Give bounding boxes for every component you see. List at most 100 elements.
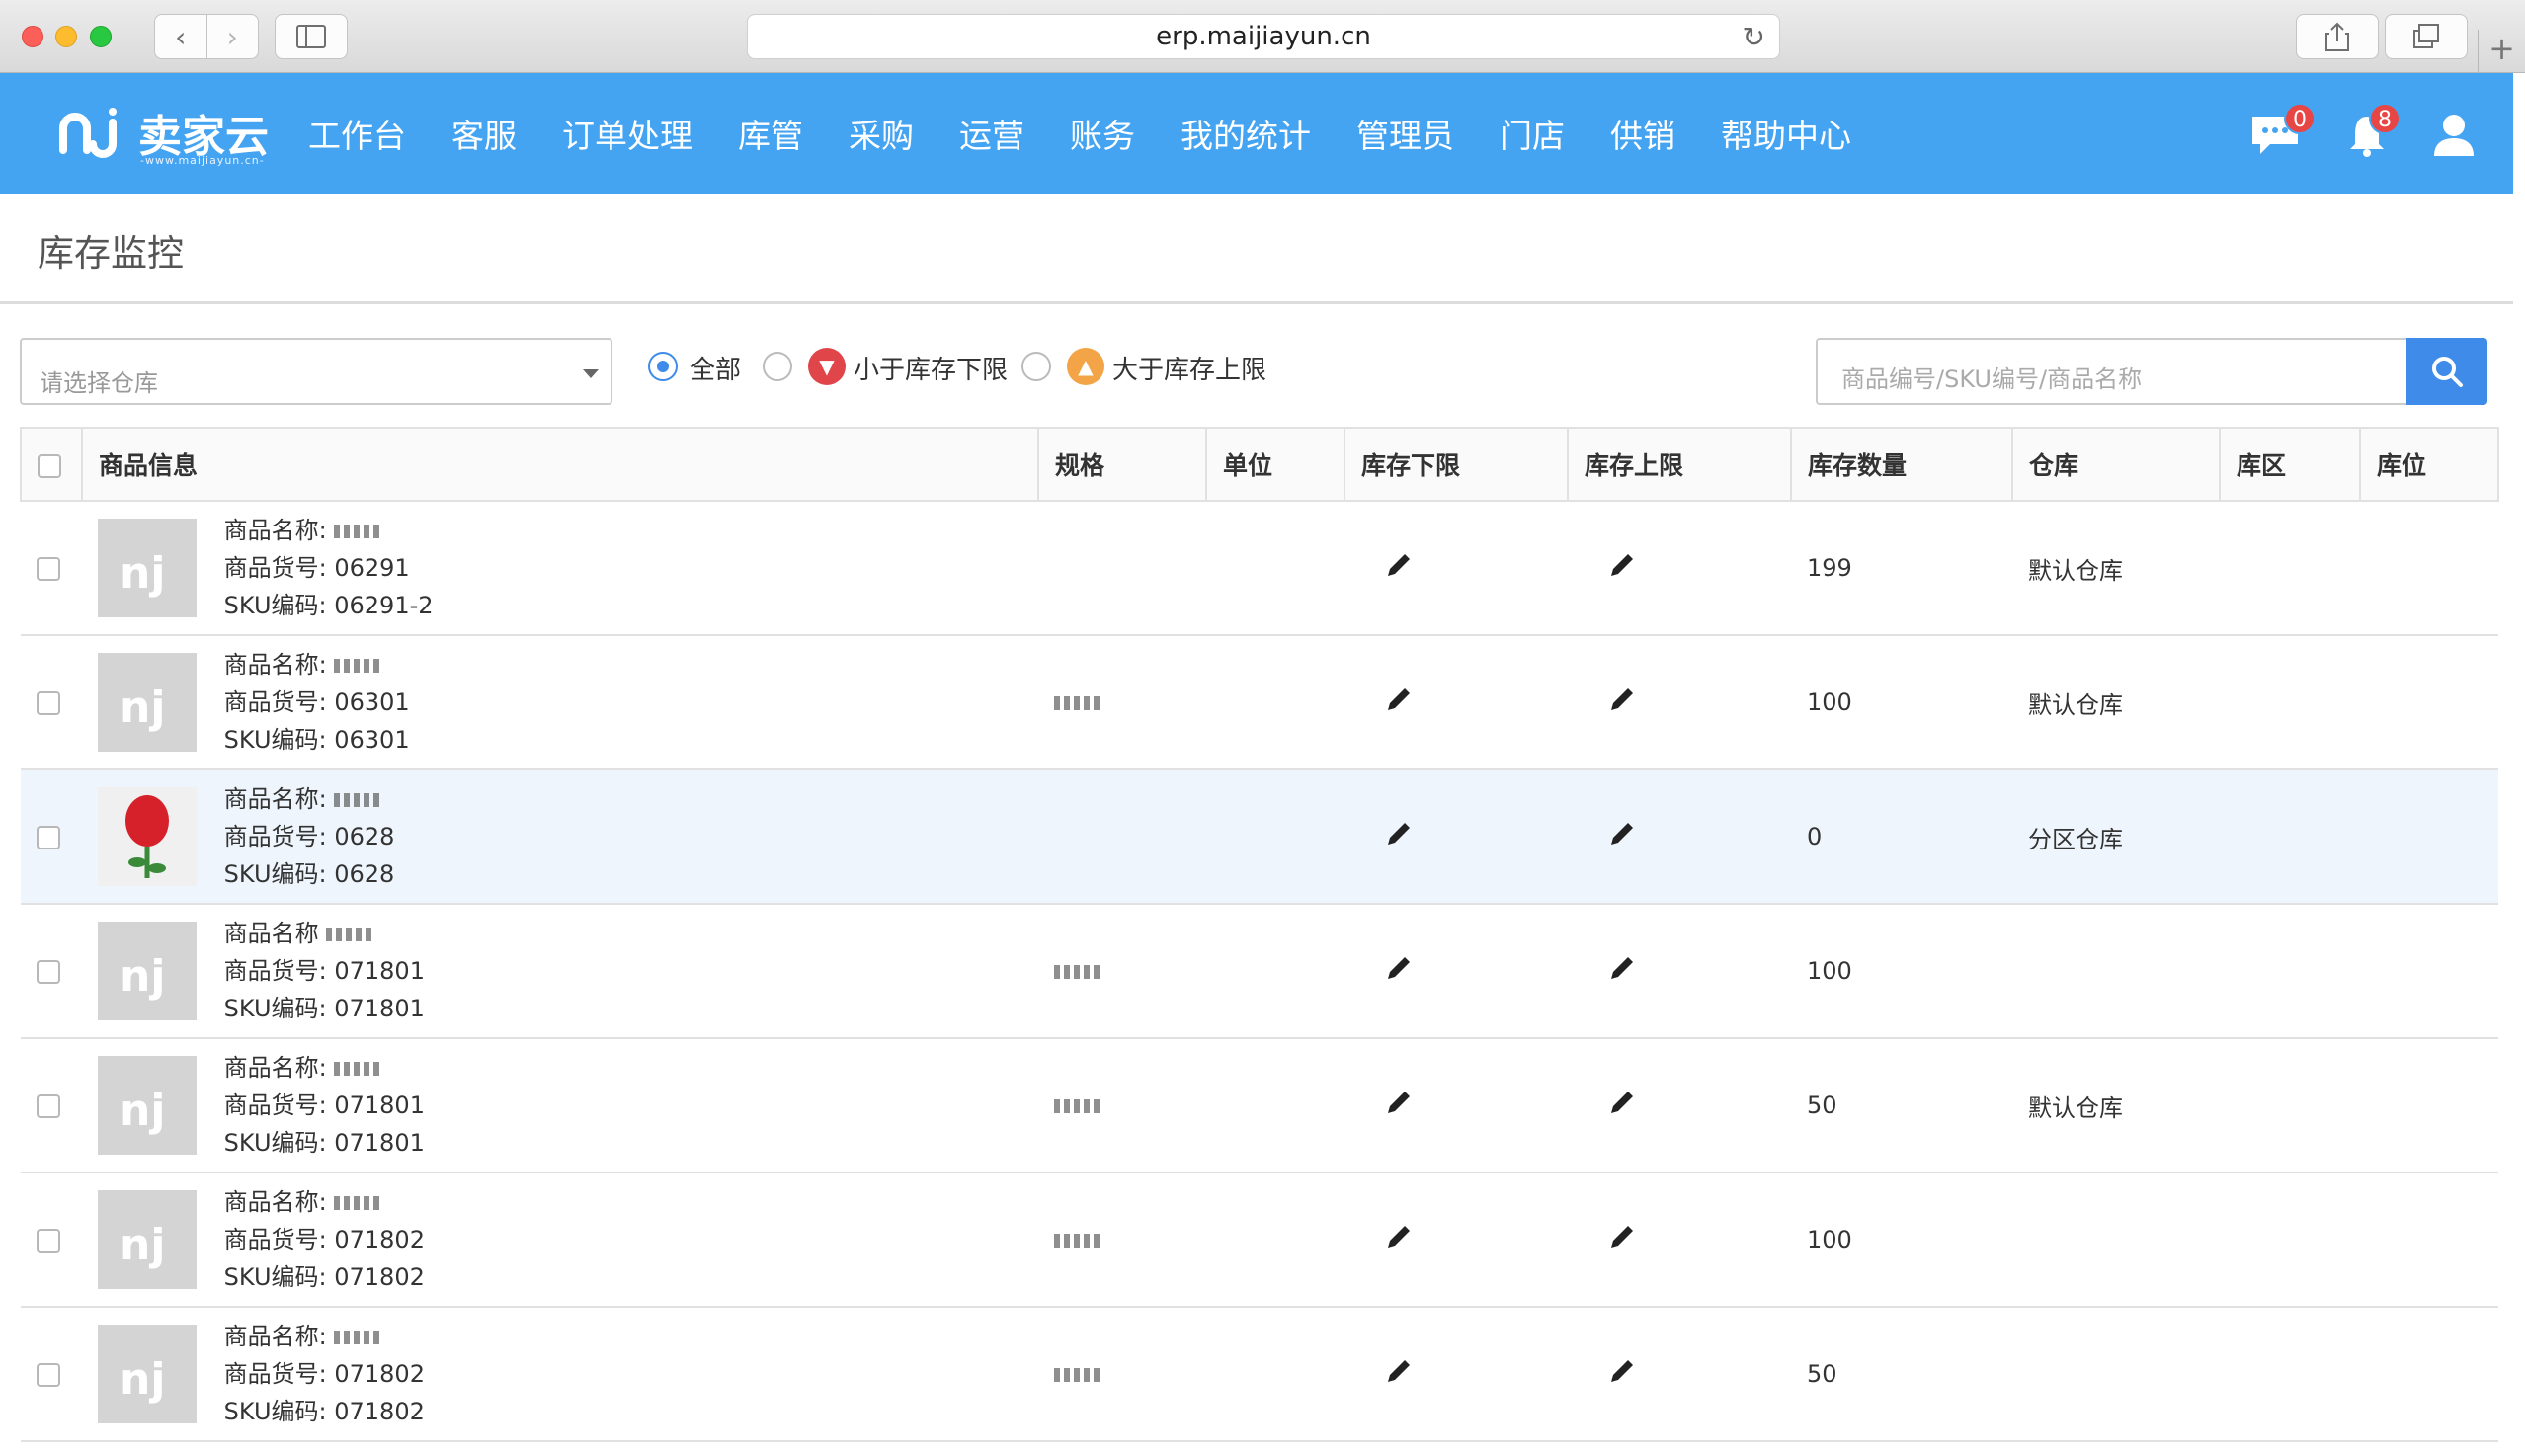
row-checkbox[interactable] [37, 1363, 60, 1387]
select-all-checkbox[interactable] [38, 453, 61, 478]
nav-purchasing[interactable]: 采购 [849, 110, 914, 157]
edit-max-pencil-icon[interactable] [1607, 550, 1637, 586]
edit-min-pencil-icon[interactable] [1384, 953, 1414, 989]
edit-max-pencil-icon[interactable] [1607, 1088, 1637, 1123]
row-checkbox[interactable] [37, 557, 60, 581]
zone-cell [2220, 1038, 2360, 1173]
max-stock-cell [1568, 1307, 1791, 1442]
warehouse-select-placeholder: 请选择仓库 [40, 369, 158, 397]
table-row[interactable]: nj 商品名称 商品货号: 071801 SKU编码: 071801 100 [21, 904, 2498, 1039]
nav-my-stats[interactable]: 我的统计 [1181, 110, 1311, 157]
product-info-cell: nj 商品名称: 商品货号: 06291 SKU编码: 06291-2 [82, 501, 1038, 636]
redacted-name [334, 793, 380, 807]
app-logo[interactable]: 卖家云 -www.maijiayun.cn- [57, 99, 285, 168]
search-input-placeholder: 商品编号/SKU编号/商品名称 [1841, 365, 2143, 393]
stock-qty-cell: 50 [1791, 1038, 2012, 1173]
share-button[interactable] [2296, 14, 2379, 59]
forward-icon[interactable]: › [207, 21, 259, 53]
redacted-spec [1054, 696, 1100, 710]
max-stock-cell [1568, 1173, 1791, 1308]
search-button[interactable] [2406, 338, 2487, 405]
main-nav: 工作台 客服 订单处理 库管 采购 运营 账务 我的统计 管理员 门店 供销 帮… [308, 73, 1897, 194]
tabs-overview-button[interactable] [2385, 14, 2468, 59]
redacted-name [326, 928, 372, 941]
user-menu-button[interactable] [2432, 113, 2476, 162]
sidebar-toggle-button[interactable] [275, 14, 348, 59]
table-row[interactable]: nj 商品名称: 商品货号: 071801 SKU编码: 071801 50 默… [21, 1038, 2498, 1173]
sidebar-icon [296, 25, 326, 48]
edit-min-pencil-icon[interactable] [1384, 550, 1414, 586]
table-row[interactable]: nj 商品名称: 商品货号: 071802 SKU编码: 071802 50 [21, 1307, 2498, 1442]
edit-max-pencil-icon[interactable] [1607, 1356, 1637, 1392]
radio-below-min[interactable] [763, 352, 792, 381]
zoom-window-button[interactable] [90, 26, 112, 47]
product-name-line: 商品名称: [224, 646, 410, 684]
warehouse-select[interactable]: 请选择仓库 [20, 338, 612, 405]
close-window-button[interactable] [22, 26, 43, 47]
row-checkbox[interactable] [37, 1094, 60, 1118]
nav-supply-sales[interactable]: 供销 [1610, 110, 1675, 157]
edit-min-pencil-icon[interactable] [1384, 1356, 1414, 1392]
search-icon [2432, 357, 2463, 387]
product-name-label: 商品名称: [223, 517, 327, 544]
product-info: 商品名称: 商品货号: 071801 SKU编码: 071801 [224, 1049, 425, 1162]
nav-order-processing[interactable]: 订单处理 [562, 110, 692, 157]
table-row[interactable]: nj 商品名称: 商品货号: 06301 SKU编码: 06301 100 默认… [21, 635, 2498, 770]
radio-above-max[interactable] [1021, 352, 1051, 381]
stock-qty-cell: 50 [1791, 1307, 2012, 1442]
row-checkbox[interactable] [37, 691, 60, 715]
nav-admin[interactable]: 管理员 [1356, 110, 1454, 157]
edit-min-pencil-icon[interactable] [1384, 685, 1414, 720]
bin-cell [2360, 769, 2498, 905]
radio-all[interactable] [648, 352, 678, 381]
zone-cell [2220, 1307, 2360, 1442]
address-bar[interactable]: erp.maijiayun.cn ↻ [747, 14, 1780, 59]
col-max-stock: 库存上限 [1567, 427, 1792, 502]
edit-max-pencil-icon[interactable] [1607, 819, 1637, 854]
search-input[interactable]: 商品编号/SKU编号/商品名称 [1816, 338, 2406, 405]
redacted-name [334, 1062, 380, 1076]
unit-cell [1206, 769, 1344, 905]
table-row[interactable]: nj 商品名称: 商品货号: 071802 SKU编码: 071802 100 [21, 1173, 2498, 1308]
row-checkbox[interactable] [37, 1229, 60, 1253]
unit-cell [1206, 635, 1344, 770]
min-stock-cell [1344, 1173, 1568, 1308]
notifications-button[interactable]: 8 [2347, 103, 2401, 162]
edit-max-pencil-icon[interactable] [1607, 1222, 1637, 1257]
nav-stores[interactable]: 门店 [1500, 110, 1565, 157]
table-row[interactable]: 商品名称: 商品货号: 0628 SKU编码: 0628 0 分区仓库 [21, 769, 2498, 905]
col-product-info: 商品信息 [81, 427, 1039, 502]
warehouse-cell: 默认仓库 [2012, 1038, 2220, 1173]
nav-accounting[interactable]: 账务 [1070, 110, 1135, 157]
edit-max-pencil-icon[interactable] [1607, 953, 1637, 989]
nav-customer-service[interactable]: 客服 [451, 110, 517, 157]
redacted-name [334, 1196, 380, 1210]
product-thumbnail: nj [98, 653, 197, 752]
edit-min-pencil-icon[interactable] [1384, 1088, 1414, 1123]
nav-operations[interactable]: 运营 [959, 110, 1024, 157]
product-name-label: 商品名称: [223, 1054, 327, 1082]
product-sku: SKU编码: 06291-2 [223, 592, 434, 619]
new-tab-icon[interactable]: + [2478, 30, 2525, 73]
col-warehouse: 仓库 [2011, 427, 2221, 502]
row-checkbox[interactable] [37, 960, 60, 984]
back-icon[interactable]: ‹ [155, 21, 206, 53]
edit-min-pencil-icon[interactable] [1384, 1222, 1414, 1257]
product-info-cell: nj 商品名称: 商品货号: 071801 SKU编码: 071801 [82, 1038, 1038, 1173]
edit-min-pencil-icon[interactable] [1384, 819, 1414, 854]
reload-icon[interactable]: ↻ [1743, 21, 1765, 53]
spec-cell [1038, 1173, 1206, 1308]
product-sku: SKU编码: 06301 [223, 726, 410, 754]
messages-button[interactable]: 0 [2248, 103, 2316, 162]
minimize-window-button[interactable] [55, 26, 77, 47]
warehouse-cell: 默认仓库 [2012, 635, 2220, 770]
row-checkbox[interactable] [37, 826, 60, 849]
nav-help-center[interactable]: 帮助中心 [1721, 110, 1851, 157]
nav-workbench[interactable]: 工作台 [308, 110, 406, 157]
product-name-line: 商品名称 [224, 915, 425, 952]
edit-max-pencil-icon[interactable] [1607, 685, 1637, 720]
product-name-label: 商品名称 [223, 920, 319, 947]
table-row[interactable]: nj 商品名称: 商品货号: 06291 SKU编码: 06291-2 199 … [21, 501, 2498, 636]
nav-inventory[interactable]: 库管 [738, 110, 803, 157]
col-zone: 库区 [2219, 427, 2361, 502]
